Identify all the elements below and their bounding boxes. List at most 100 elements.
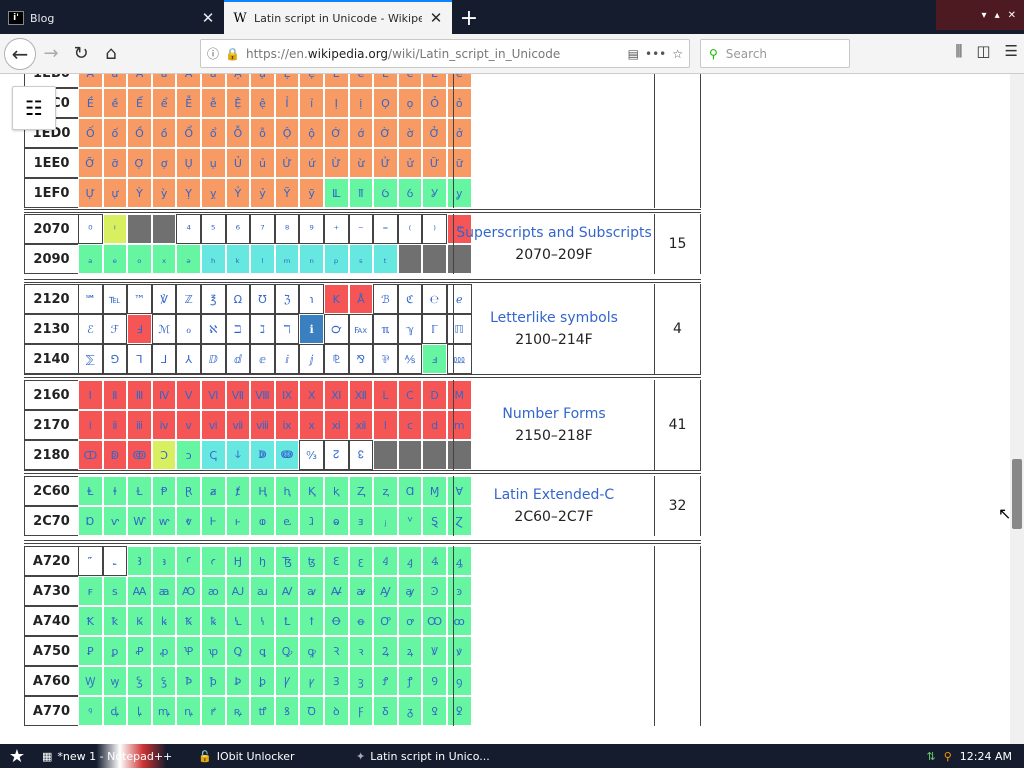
char-cell[interactable]: Ụ — [176, 148, 201, 178]
block-name-link[interactable]: Superscripts and Subscripts — [456, 225, 652, 241]
search-input[interactable]: ⚲ Search — [700, 39, 850, 68]
char-cell[interactable]: Ⱪ — [299, 476, 324, 506]
char-cell[interactable]: Ổ — [176, 118, 201, 148]
sidebar-icon[interactable]: ◫ — [976, 42, 990, 60]
url-text[interactable]: https://en.wikipedia.org/wiki/Latin_scri… — [246, 47, 622, 61]
char-cell[interactable]: Ỿ — [422, 178, 447, 208]
char-cell[interactable]: ợ — [151, 148, 177, 178]
char-cell[interactable]: ↋ — [348, 440, 374, 470]
char-cell[interactable]: ỡ — [102, 148, 128, 178]
char-cell[interactable]: ꝁ — [102, 606, 128, 636]
char-cell[interactable]: Ⱡ — [78, 476, 103, 506]
char-cell[interactable]: Ꜷ — [225, 576, 251, 606]
char-cell[interactable]: ọ — [397, 88, 423, 118]
char-cell[interactable]: ꜱ — [102, 576, 128, 606]
char-cell[interactable]: ᵹ — [397, 696, 423, 726]
char-cell[interactable]: ⅼ — [373, 410, 398, 440]
char-cell[interactable] — [422, 244, 447, 274]
char-cell[interactable]: Ứ — [274, 148, 300, 178]
char-cell[interactable]: ꜫ — [348, 546, 374, 576]
char-cell[interactable]: Ꜥ — [176, 546, 201, 576]
char-cell[interactable]: Ợ — [127, 148, 152, 178]
char-cell[interactable]: ⁱ — [102, 214, 128, 244]
char-cell[interactable]: Ω — [225, 284, 251, 314]
char-cell[interactable]: ™ — [127, 284, 152, 314]
char-cell[interactable]: Ꜻ — [323, 576, 349, 606]
char-cell[interactable]: Ȿ — [422, 506, 447, 536]
char-cell[interactable]: Ỗ — [225, 118, 251, 148]
char-cell[interactable]: Ⅸ — [274, 380, 300, 410]
char-cell[interactable]: ℷ — [250, 314, 275, 344]
char-cell[interactable]: ⱡ — [102, 476, 128, 506]
char-cell[interactable]: ể — [151, 88, 177, 118]
char-cell[interactable]: Ꝝ — [373, 636, 398, 666]
char-cell[interactable]: ⅄ — [176, 344, 201, 374]
char-cell[interactable]: ↅ — [200, 440, 226, 470]
char-cell[interactable]: ự — [102, 178, 128, 208]
char-cell[interactable]: ₗ — [250, 244, 275, 274]
char-cell[interactable]: Ꜽ — [373, 576, 398, 606]
char-cell[interactable]: ꝅ — [200, 606, 226, 636]
char-cell[interactable]: Ꜿ — [422, 576, 447, 606]
char-cell[interactable]: Å — [348, 284, 374, 314]
new-tab-button[interactable]: + — [452, 2, 486, 34]
char-cell[interactable]: Ꜯ — [422, 546, 447, 576]
char-cell[interactable]: ↂ — [127, 440, 152, 470]
char-cell[interactable]: ⅺ — [323, 410, 349, 440]
char-cell[interactable]: ꝳ — [151, 696, 177, 726]
char-cell[interactable]: Ữ — [422, 148, 447, 178]
char-cell[interactable]: Ɱ — [422, 476, 447, 506]
library-icon[interactable]: ⫼ — [955, 42, 962, 60]
char-cell[interactable]: Ⅶ — [225, 380, 251, 410]
char-cell[interactable]: ⅃ — [151, 344, 177, 374]
char-cell[interactable]: ⱻ — [348, 506, 374, 536]
char-cell[interactable]: ℩ — [299, 284, 324, 314]
char-cell[interactable]: Ⱨ — [250, 476, 275, 506]
char-cell[interactable]: ꝺ — [323, 696, 349, 726]
char-cell[interactable]: Ỵ — [176, 178, 201, 208]
char-cell[interactable]: Ⅳ — [151, 380, 177, 410]
char-cell[interactable]: ⱼ — [373, 506, 398, 536]
char-cell[interactable]: ⅽ — [397, 410, 423, 440]
char-cell[interactable]: ℮ — [422, 284, 447, 314]
char-cell[interactable]: ⁽ — [397, 214, 423, 244]
char-cell[interactable]: ⱳ — [151, 506, 177, 536]
char-cell[interactable]: Ỽ — [373, 178, 398, 208]
bookmark-star-icon[interactable]: ☆ — [672, 47, 683, 61]
char-cell[interactable]: ⅋ — [348, 344, 374, 374]
reader-view-icon[interactable]: ▤ — [628, 47, 639, 61]
minimize-icon[interactable]: ▾ — [982, 10, 987, 21]
block-name-link[interactable]: Latin Extended-C — [494, 487, 614, 503]
char-cell[interactable]: Ⱳ — [127, 506, 152, 536]
char-cell[interactable]: Ự — [78, 178, 103, 208]
char-cell[interactable]: ꜩ — [299, 546, 324, 576]
char-cell[interactable]: ₙ — [299, 244, 324, 274]
char-cell[interactable]: Ỡ — [78, 148, 103, 178]
char-cell[interactable]: ⅍ — [397, 344, 423, 374]
char-cell[interactable]: ꝍ — [397, 606, 423, 636]
char-cell[interactable]: Ꝇ — [225, 606, 251, 636]
char-cell[interactable]: Ꝁ — [78, 606, 103, 636]
char-cell[interactable]: ꝇ — [250, 606, 275, 636]
char-cell[interactable]: ℥ — [200, 284, 226, 314]
char-cell[interactable]: Ꝿ — [422, 696, 447, 726]
char-cell[interactable]: ℾ — [422, 314, 447, 344]
char-cell[interactable]: ℹ — [299, 314, 324, 344]
char-cell[interactable]: ằ — [102, 74, 128, 88]
char-cell[interactable]: ⱷ — [250, 506, 275, 536]
char-cell[interactable]: ủ — [250, 148, 275, 178]
taskbar-item-browser[interactable]: ✦ Latin script in Unico... — [348, 744, 498, 768]
char-cell[interactable]: ⅎ — [422, 344, 447, 374]
char-cell[interactable]: ₖ — [225, 244, 251, 274]
char-cell[interactable]: Ⱶ — [200, 506, 226, 536]
char-cell[interactable]: ⅰ — [78, 410, 103, 440]
char-cell[interactable]: ⱺ — [323, 506, 349, 536]
char-cell[interactable]: ồ — [151, 118, 177, 148]
char-cell[interactable]: ⅀ — [78, 344, 103, 374]
char-cell[interactable]: ꝋ — [348, 606, 374, 636]
char-cell[interactable]: Ⅱ — [102, 380, 128, 410]
char-cell[interactable]: ꝙ — [299, 636, 324, 666]
char-cell[interactable]: ⱸ — [274, 506, 300, 536]
char-cell[interactable]: Ↄ — [151, 440, 177, 470]
char-cell[interactable]: ừ — [348, 148, 374, 178]
